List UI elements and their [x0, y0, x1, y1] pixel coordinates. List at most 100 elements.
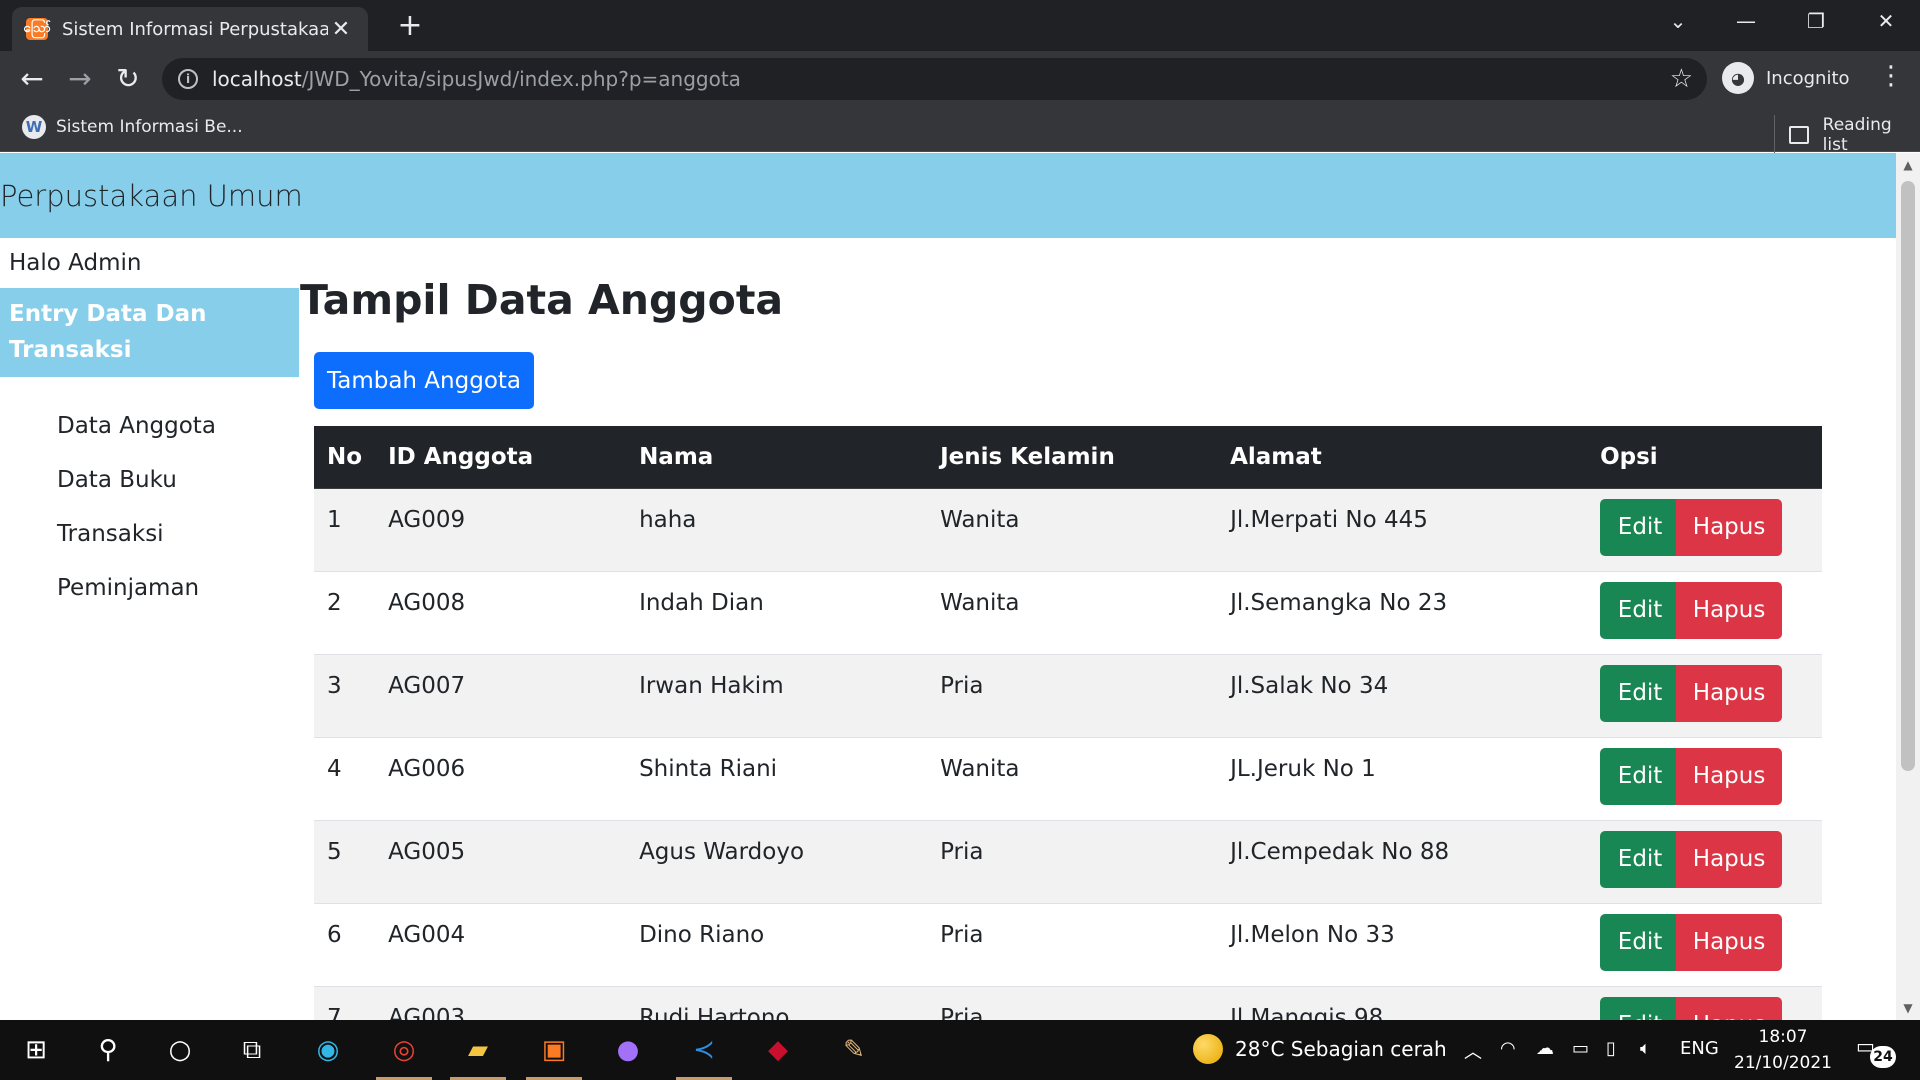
new-tab-button[interactable]: +: [392, 9, 428, 43]
table-row: 6 AG004 Dino Riano Pria Jl.Melon No 33 E…: [314, 903, 1822, 987]
volume-icon[interactable]: 🔈︎: [1640, 1038, 1651, 1059]
edit-button[interactable]: Edit: [1600, 664, 1681, 722]
url-text[interactable]: localhost/JWD_Yovita/sipusJwd/index.php?…: [212, 67, 741, 91]
cell-opsi: EditHapus: [1587, 903, 1822, 987]
edit-button[interactable]: Edit: [1600, 830, 1681, 888]
cell-id: AG009: [375, 488, 627, 572]
task-view-icon[interactable]: ⧉: [232, 1030, 272, 1070]
cell-jenis-kelamin: Pria: [927, 986, 1218, 1020]
cell-alamat: Jl.Melon No 33: [1217, 903, 1588, 987]
bookmark-item[interactable]: W Sistem Informasi Be...: [22, 115, 243, 139]
cell-id: AG006: [375, 737, 627, 821]
onedrive-icon[interactable]: ☁: [1536, 1038, 1554, 1059]
url-path: /JWD_Yovita/sipusJwd/index.php?p=anggota: [301, 67, 741, 91]
browser-toolbar: ← → ↻ i localhost/JWD_Yovita/sipusJwd/in…: [0, 51, 1920, 106]
search-icon[interactable]: ⚲: [88, 1030, 128, 1070]
browser-menu-icon[interactable]: ⋮: [1878, 61, 1904, 91]
paint-icon[interactable]: ✎: [834, 1030, 874, 1070]
sidebar-menu: Data Anggota Data Buku Transaksi Peminja…: [0, 377, 299, 615]
clock-date: 21/10/2021: [1734, 1053, 1832, 1073]
notification-center-icon[interactable]: ▭ 24: [1856, 1034, 1896, 1068]
edit-button[interactable]: Edit: [1600, 996, 1681, 1020]
cell-opsi: EditHapus: [1587, 488, 1822, 572]
mcafee-icon[interactable]: ◆: [758, 1030, 798, 1070]
minimize-icon[interactable]: —: [1726, 6, 1766, 36]
edit-button[interactable]: Edit: [1600, 747, 1681, 805]
github-desktop-icon[interactable]: ●: [608, 1030, 648, 1070]
cell-opsi: EditHapus: [1587, 820, 1822, 904]
restore-icon[interactable]: ❐: [1796, 6, 1836, 36]
cell-jenis-kelamin: Wanita: [927, 737, 1218, 821]
edit-button[interactable]: Edit: [1600, 913, 1681, 971]
tab-search-icon[interactable]: ⌄: [1658, 6, 1698, 36]
chrome-icon[interactable]: ◎: [384, 1030, 424, 1070]
cell-jenis-kelamin: Pria: [927, 820, 1218, 904]
browser-tab[interactable]: ဪ Sistem Informasi Perpustakaan ✕: [12, 7, 368, 51]
xampp-icon[interactable]: ▣: [534, 1030, 574, 1070]
battery-icon[interactable]: ▯: [1606, 1038, 1616, 1059]
table-row: 4 AG006 Shinta Riani Wanita JL.Jeruk No …: [314, 737, 1822, 821]
cell-no: 7: [314, 986, 376, 1020]
back-icon[interactable]: ←: [14, 61, 50, 97]
incognito-icon: ◕: [1722, 62, 1754, 94]
cell-alamat: Jl.Semangka No 23: [1217, 571, 1588, 655]
incognito-label: Incognito: [1766, 67, 1850, 89]
bookmark-star-icon[interactable]: ☆: [1670, 64, 1693, 94]
delete-button[interactable]: Hapus: [1676, 664, 1783, 722]
scroll-down-arrow-icon[interactable]: ▼: [1896, 996, 1920, 1020]
delete-button[interactable]: Hapus: [1676, 747, 1783, 805]
cell-id: AG008: [375, 571, 627, 655]
sidebar-item-data-anggota[interactable]: Data Anggota: [57, 399, 299, 453]
site-brand[interactable]: Perpustakaan Umum: [0, 179, 303, 213]
sidebar-section-title[interactable]: Entry Data Dan Transaksi: [0, 288, 299, 377]
table-row: 3 AG007 Irwan Hakim Pria Jl.Salak No 34 …: [314, 654, 1822, 738]
cell-nama: haha: [626, 488, 928, 572]
reading-list-label: Reading list: [1822, 115, 1892, 155]
cell-nama: Shinta Riani: [626, 737, 928, 821]
incognito-indicator[interactable]: ◕ Incognito: [1722, 59, 1850, 97]
tab-title: Sistem Informasi Perpustakaan: [62, 18, 328, 40]
close-window-icon[interactable]: ✕: [1866, 6, 1906, 36]
delete-button[interactable]: Hapus: [1676, 996, 1783, 1020]
clock-time: 18:07: [1758, 1027, 1808, 1047]
file-explorer-icon[interactable]: ▰: [458, 1030, 498, 1070]
forward-icon[interactable]: →: [62, 61, 98, 97]
cell-nama: Irwan Hakim: [626, 654, 928, 738]
delete-button[interactable]: Hapus: [1676, 581, 1783, 639]
cell-no: 4: [314, 737, 376, 821]
delete-button[interactable]: Hapus: [1676, 830, 1783, 888]
scroll-thumb[interactable]: [1901, 181, 1915, 771]
vscode-icon[interactable]: ≺: [684, 1030, 724, 1070]
meet-now-icon[interactable]: ▭: [1572, 1038, 1589, 1059]
page-scrollbar[interactable]: ▲ ▼: [1896, 153, 1920, 1020]
edge-icon[interactable]: ◉: [308, 1030, 348, 1070]
sidebar-item-data-buku[interactable]: Data Buku: [57, 453, 299, 507]
wifi-icon[interactable]: ◠: [1500, 1038, 1516, 1059]
language-indicator[interactable]: ENG: [1680, 1038, 1719, 1059]
cell-opsi: EditHapus: [1587, 986, 1822, 1020]
edit-button[interactable]: Edit: [1600, 581, 1681, 639]
admin-greeting: Halo Admin: [9, 250, 142, 276]
windows-start-icon[interactable]: ⊞: [16, 1030, 56, 1070]
reload-icon[interactable]: ↻: [110, 61, 146, 97]
address-bar[interactable]: i localhost/JWD_Yovita/sipusJwd/index.ph…: [162, 58, 1707, 100]
cortana-icon[interactable]: ○: [160, 1030, 200, 1070]
delete-button[interactable]: Hapus: [1676, 913, 1783, 971]
sidebar-item-transaksi-peminjaman[interactable]: Transaksi Peminjaman: [57, 507, 299, 615]
bookmark-label: Sistem Informasi Be...: [56, 117, 243, 137]
reading-list-button[interactable]: Reading list: [1774, 115, 1920, 155]
cell-jenis-kelamin: Pria: [927, 903, 1218, 987]
cell-nama: Dino Riano: [626, 903, 928, 987]
add-member-button[interactable]: Tambah Anggota: [314, 352, 534, 409]
edit-button[interactable]: Edit: [1600, 498, 1681, 556]
site-info-icon[interactable]: i: [178, 69, 198, 89]
weather-widget[interactable]: 28°C Sebagian cerah: [1193, 1034, 1447, 1064]
delete-button[interactable]: Hapus: [1676, 498, 1783, 556]
cell-alamat: Jl.Cempedak No 88: [1217, 820, 1588, 904]
close-tab-icon[interactable]: ✕: [328, 17, 354, 42]
weather-text: 28°C Sebagian cerah: [1235, 1037, 1447, 1061]
scroll-up-arrow-icon[interactable]: ▲: [1896, 153, 1920, 177]
show-hidden-icons-icon[interactable]: ︿: [1464, 1038, 1482, 1064]
clock[interactable]: 18:07 21/10/2021: [1728, 1024, 1838, 1076]
cell-alamat: Jl.Merpati No 445: [1217, 488, 1588, 572]
